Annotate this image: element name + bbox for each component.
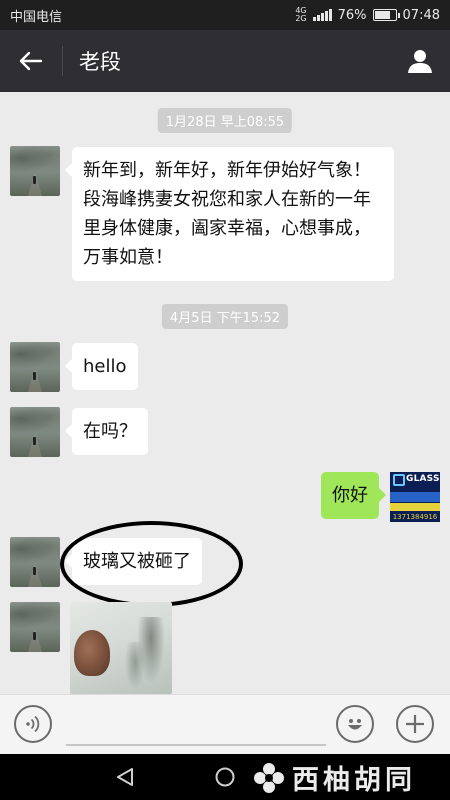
message-bubble[interactable]: 你好 (321, 472, 386, 519)
message-bubble[interactable]: 新年到，新年好，新年伊始好气象！段海峰携妻女祝您和家人在新的一年里身体健康，阖家… (65, 147, 394, 281)
timestamp: 1月28日 早上08:55 (157, 108, 293, 133)
my-avatar[interactable]: GLASS 1371384916 (390, 472, 440, 522)
contact-avatar[interactable] (10, 407, 60, 457)
chat-header: 老段 (0, 30, 450, 92)
header-divider (62, 46, 63, 76)
carrier-label: 中国电信 (10, 9, 63, 25)
avatar-brand-text: GLASS (406, 474, 440, 484)
back-button[interactable] (0, 30, 62, 92)
more-button[interactable] (396, 705, 434, 743)
contact-avatar[interactable] (10, 146, 60, 196)
signal-icon (312, 9, 332, 21)
watermark: 西柚胡同 (252, 758, 416, 797)
battery-icon (372, 9, 400, 21)
person-icon (408, 50, 432, 73)
profile-button[interactable] (390, 30, 450, 92)
watermark-text: 西柚胡同 (292, 765, 416, 796)
nav-back-icon[interactable] (114, 766, 136, 788)
input-bar (0, 694, 450, 754)
message-bubble[interactable]: 在吗？ (65, 408, 148, 455)
timestamp: 4月5日 下午15:52 (161, 304, 289, 329)
message-list[interactable]: 1月28日 早上08:55 新年到，新年好，新年伊始好气象！段海峰携妻女祝您和家… (0, 92, 450, 694)
message-bubble[interactable]: hello (65, 343, 138, 390)
highlight-circle (60, 521, 243, 607)
avatar-phone-text: 1371384916 (392, 513, 438, 521)
emoji-button[interactable] (336, 705, 374, 743)
contact-avatar[interactable] (10, 537, 60, 587)
battery-percent: 76% (337, 7, 367, 23)
clock: 07:48 (402, 7, 440, 23)
network-bottom-label: 2G (295, 14, 307, 23)
chat-title: 老段 (79, 50, 121, 74)
contact-avatar[interactable] (10, 602, 60, 652)
plus-icon (406, 715, 424, 733)
system-nav-bar: 西柚胡同 (0, 754, 450, 800)
arrow-left-icon (19, 51, 43, 71)
nav-home-icon[interactable] (214, 766, 236, 788)
status-bar: 中国电信 4G 2G 76% 07:48 (0, 0, 450, 30)
image-message[interactable] (70, 602, 172, 694)
network-type: 4G 2G (295, 7, 306, 23)
message-input[interactable] (66, 744, 326, 746)
voice-icon (26, 715, 40, 733)
emoji-icon (348, 719, 362, 730)
voice-button[interactable] (14, 705, 52, 743)
flower-logo-icon (254, 762, 284, 793)
contact-avatar[interactable] (10, 342, 60, 392)
